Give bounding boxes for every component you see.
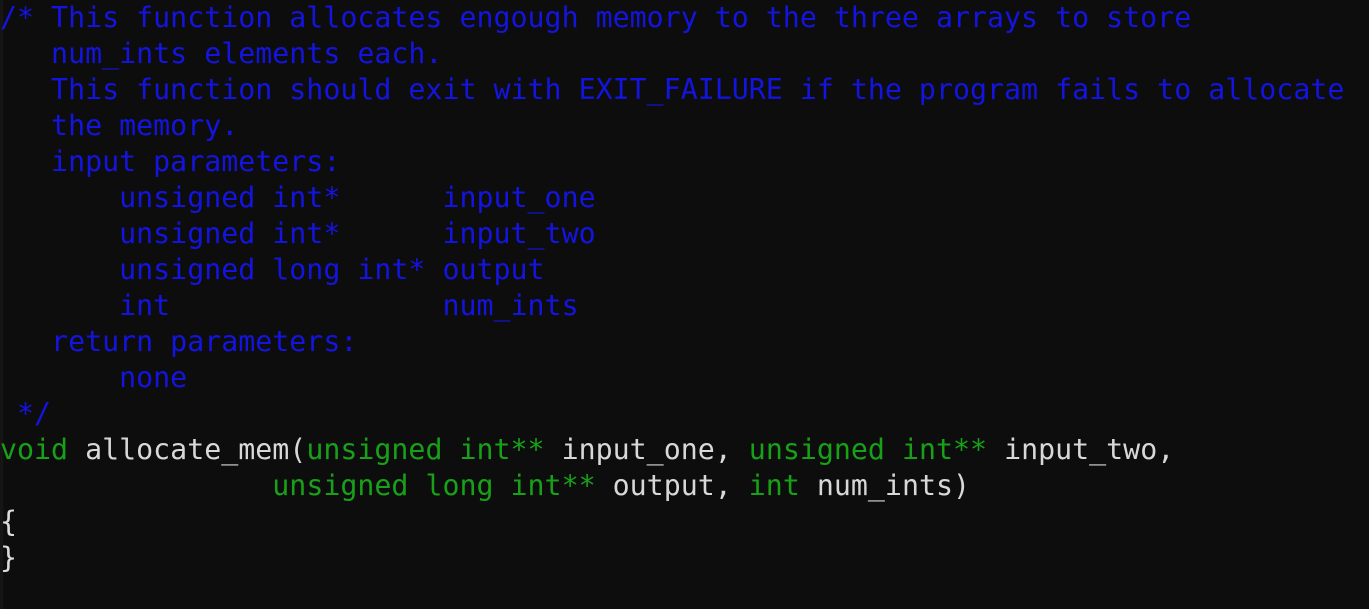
code-token-kw: unsigned long int**: [272, 469, 596, 502]
code-line[interactable]: unsigned long int** output, int num_ints…: [0, 468, 1369, 504]
code-token-cmt: unsigned long int* output: [0, 253, 545, 286]
code-token-cmt: input parameters:: [0, 145, 341, 178]
code-line[interactable]: }: [0, 540, 1369, 576]
code-token-cmt: unsigned int* input_two: [0, 217, 596, 250]
code-token-pln: input_two,: [987, 433, 1175, 466]
code-token-kw: int: [748, 469, 800, 502]
code-token-pln: input_one,: [544, 433, 749, 466]
code-token-cmt: none: [0, 361, 188, 394]
code-token-brc: {: [0, 505, 18, 538]
code-line[interactable]: int num_ints: [0, 288, 1369, 324]
code-line[interactable]: return parameters:: [0, 324, 1369, 360]
code-line[interactable]: unsigned int* input_two: [0, 216, 1369, 252]
code-token-cmt: num_ints elements each.: [0, 37, 443, 70]
code-token-cmt: int num_ints: [0, 289, 579, 322]
code-token-kw: unsigned int**: [748, 433, 988, 466]
code-token-cmt: unsigned int* input_one: [0, 181, 596, 214]
code-token-kw: unsigned int**: [306, 433, 545, 466]
code-line[interactable]: input parameters:: [0, 144, 1369, 180]
code-line[interactable]: void allocate_mem(unsigned int** input_o…: [0, 432, 1369, 468]
code-line[interactable]: none: [0, 360, 1369, 396]
code-token-cmt: This function should exit with EXIT_FAIL…: [0, 73, 1345, 106]
code-line[interactable]: */: [0, 396, 1369, 432]
code-token-cmt: /* This function allocates engough memor…: [0, 1, 1192, 34]
code-line[interactable]: unsigned int* input_one: [0, 180, 1369, 216]
code-token-pln: num_ints): [799, 469, 971, 502]
code-token-cmt: */: [0, 397, 52, 430]
code-token-pln: output,: [595, 469, 749, 502]
code-token-brc: }: [0, 541, 18, 574]
code-line[interactable]: num_ints elements each.: [0, 36, 1369, 72]
code-line[interactable]: This function should exit with EXIT_FAIL…: [0, 72, 1369, 108]
code-content[interactable]: /* This function allocates engough memor…: [0, 0, 1369, 576]
code-line[interactable]: /* This function allocates engough memor…: [0, 0, 1369, 36]
code-editor[interactable]: /* This function allocates engough memor…: [0, 0, 1369, 609]
code-token-pln: [0, 469, 272, 502]
code-line[interactable]: unsigned long int* output: [0, 252, 1369, 288]
code-token-pln: allocate_mem(: [68, 433, 307, 466]
code-token-cmt: return parameters:: [0, 325, 358, 358]
code-token-cmt: the memory.: [0, 109, 239, 142]
code-token-kw: void: [0, 433, 69, 466]
code-line[interactable]: the memory.: [0, 108, 1369, 144]
code-line[interactable]: {: [0, 504, 1369, 540]
